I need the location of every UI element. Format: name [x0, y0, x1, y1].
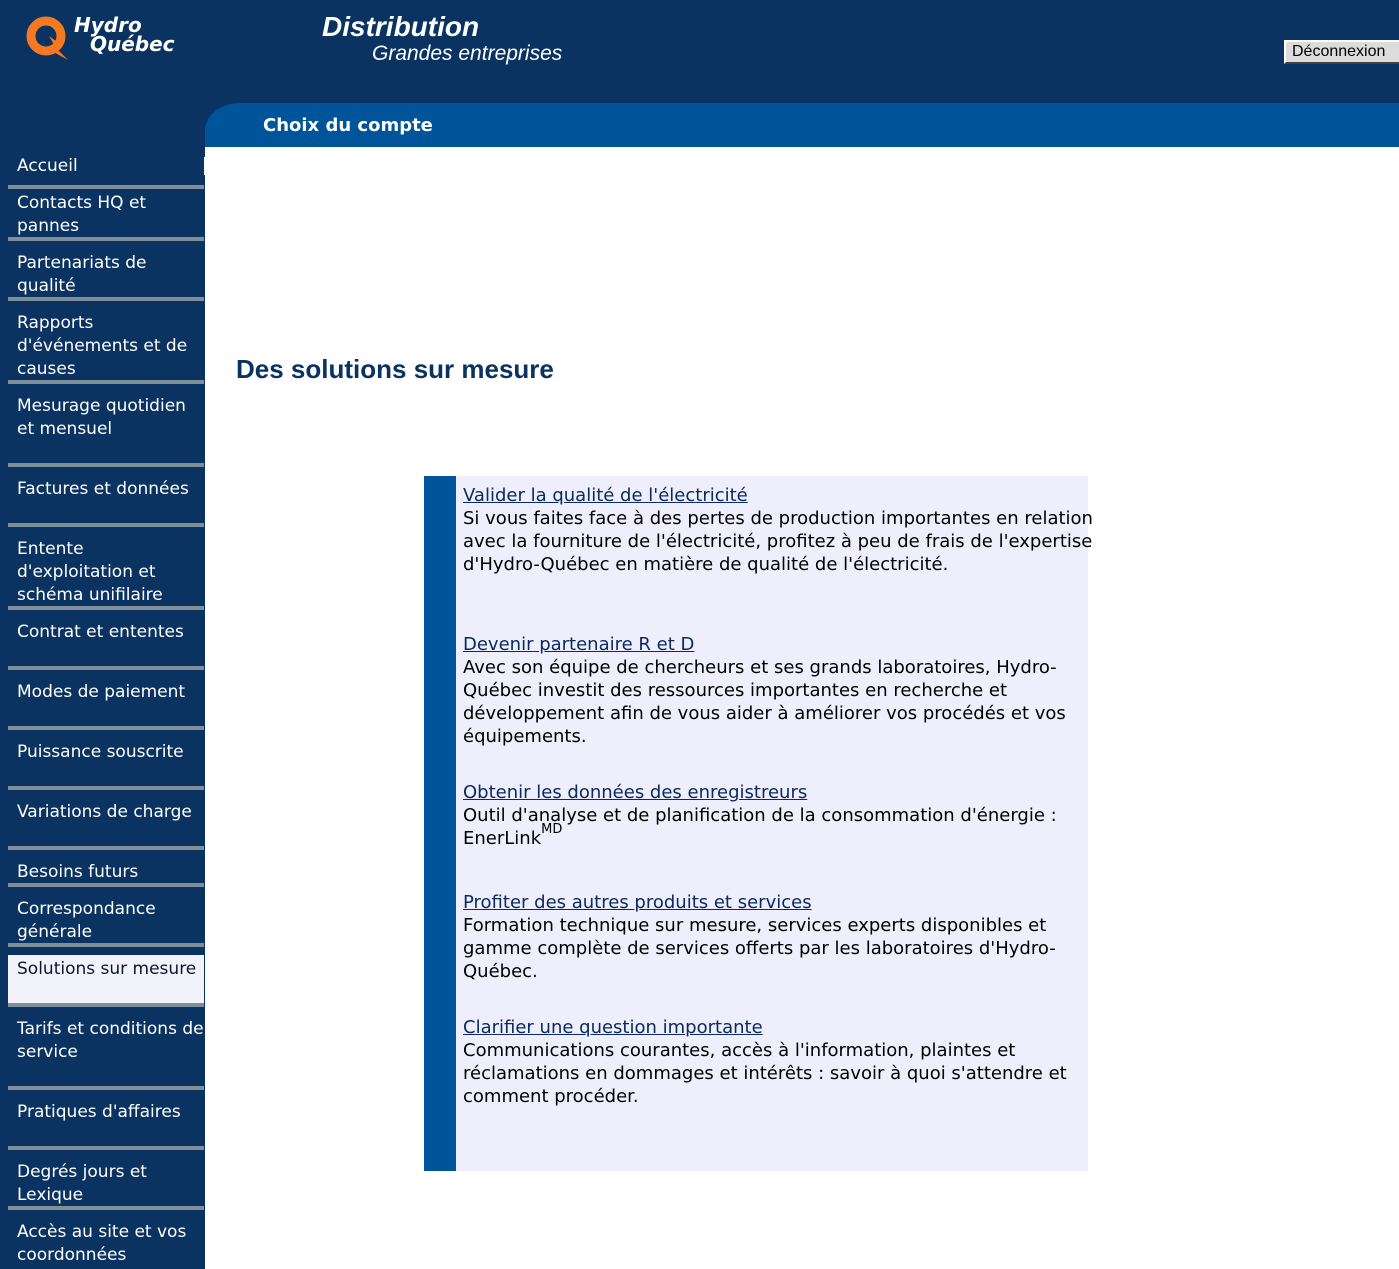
sidebar-item-solutions[interactable]: Solutions sur mesure	[8, 955, 204, 1007]
link-devenir-partenaire[interactable]: Devenir partenaire R et D	[463, 634, 694, 655]
sidebar-item-correspondance[interactable]: Correspondance générale	[8, 895, 204, 947]
entry-description: Communications courantes, accès à l'info…	[463, 1040, 1067, 1107]
brand-title: Distribution	[322, 11, 480, 42]
sidebar-item-acces[interactable]: Accès au site et vos coordonnées	[8, 1218, 204, 1269]
sidebar-item-variations[interactable]: Variations de charge	[8, 798, 204, 850]
solution-entry-partenaire: Devenir partenaire R et D Avec son équip…	[463, 633, 1093, 748]
logo-line-2: Québec	[90, 32, 175, 56]
brand-title-block: Distribution Grandes entreprises	[322, 12, 562, 66]
trademark-superscript: MD	[541, 822, 563, 837]
entry-description: Si vous faites face à des pertes de prod…	[463, 508, 1093, 575]
sidebar-item-besoins[interactable]: Besoins futurs	[8, 858, 204, 887]
logout-button[interactable]: Déconnexion	[1284, 40, 1399, 64]
hydro-quebec-logo[interactable]: Hydro Québec	[24, 14, 209, 74]
entry-description: Avec son équipe de chercheurs et ses gra…	[463, 657, 1066, 747]
sidebar-item-tarifs[interactable]: Tarifs et conditions de service	[8, 1015, 204, 1090]
brand-subtitle: Grandes entreprises	[372, 42, 563, 65]
link-clarifier-question[interactable]: Clarifier une question importante	[463, 1017, 763, 1038]
logo-q-icon	[26, 16, 68, 60]
sidebar-item-degres[interactable]: Degrés jours et Lexique	[8, 1158, 204, 1210]
link-obtenir-donnees[interactable]: Obtenir les données des enregistreurs	[463, 782, 807, 803]
solution-entry-produits: Profiter des autres produits et services…	[463, 891, 1093, 983]
sidebar-item-factures[interactable]: Factures et données	[8, 475, 204, 527]
page-title-bar: Choix du compte	[205, 103, 1399, 147]
sidebar-item-mesurage[interactable]: Mesurage quotidien et mensuel	[8, 392, 204, 467]
sidebar-item-contrat[interactable]: Contrat et ententes	[8, 618, 204, 670]
sidebar-item-modes-paiement[interactable]: Modes de paiement	[8, 678, 204, 730]
sidebar-item-accueil[interactable]: Accueil	[8, 152, 204, 189]
link-profiter-produits[interactable]: Profiter des autres produits et services	[463, 892, 812, 913]
sidebar-item-entente[interactable]: Entente d'exploitation et schéma unifila…	[8, 535, 204, 610]
sidebar-item-puissance[interactable]: Puissance souscrite	[8, 738, 204, 790]
page-title: Choix du compte	[263, 115, 433, 136]
sidebar-item-partenariats[interactable]: Partenariats de qualité	[8, 249, 204, 301]
sidebar-item-contacts[interactable]: Contacts HQ et pannes	[8, 189, 204, 241]
solution-entry-question: Clarifier une question importante Commun…	[463, 1016, 1093, 1108]
link-valider-qualite[interactable]: Valider la qualité de l'électricité	[463, 485, 748, 506]
panel-accent-bar	[424, 476, 456, 1171]
solution-entry-qualite: Valider la qualité de l'électricité Si v…	[463, 484, 1093, 576]
entry-description: Formation technique sur mesure, services…	[463, 915, 1056, 982]
section-heading: Des solutions sur mesure	[236, 354, 554, 384]
sidebar-item-rapports[interactable]: Rapports d'événements et de causes	[8, 309, 204, 384]
sidebar-item-pratiques[interactable]: Pratiques d'affaires	[8, 1098, 204, 1150]
solution-entry-enregistreurs: Obtenir les données des enregistreurs Ou…	[463, 781, 1093, 850]
